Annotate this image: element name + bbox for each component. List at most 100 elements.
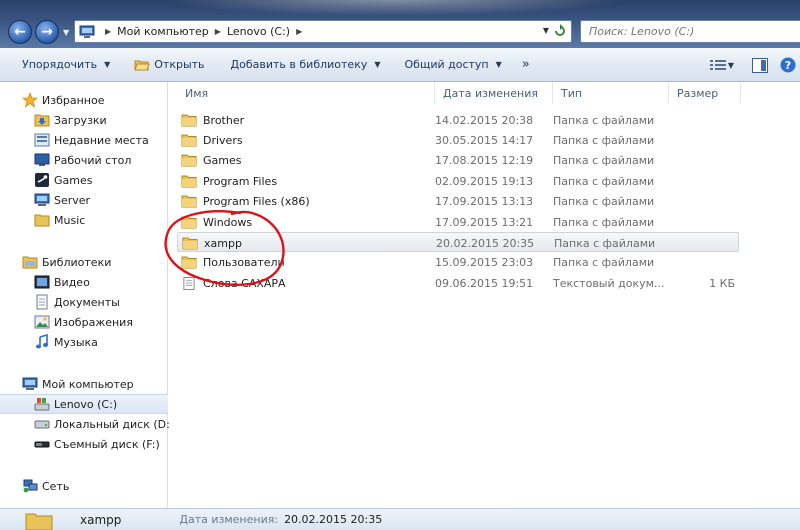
file-date: 02.09.2015 19:13 (435, 174, 534, 188)
music-folder-icon (34, 212, 50, 228)
downloads-folder-icon (34, 112, 50, 128)
nav-my-computer[interactable]: Мой компьютер (22, 374, 190, 394)
libraries-icon (22, 254, 38, 270)
forward-button[interactable]: → (35, 20, 59, 44)
star-icon (22, 92, 38, 108)
file-date: 17.09.2015 13:13 (435, 195, 534, 209)
more-commands-button[interactable]: » (514, 52, 538, 78)
music-note-icon (34, 334, 50, 350)
nav-item-label: Локальный диск (D:) (54, 417, 175, 431)
file-date: 17.09.2015 13:21 (435, 215, 534, 229)
text-file-icon (183, 276, 195, 290)
nav-network-label: Сеть (42, 479, 70, 493)
file-type: Папка с файлами (553, 215, 655, 229)
back-button[interactable]: ← (8, 20, 32, 44)
file-date: 17.08.2015 12:19 (435, 154, 534, 168)
crumb-separator-icon[interactable]: ▶ (215, 27, 221, 36)
help-icon[interactable]: ? (780, 57, 796, 73)
breadcrumb-my-computer[interactable]: Мой компьютер (117, 25, 209, 38)
breadcrumb-drive-c[interactable]: Lenovo (C:) (227, 25, 290, 38)
table-row[interactable]: Windows 17.09.2015 13:21 Папка с файлами (177, 212, 739, 232)
nav-item-drive-c[interactable]: Lenovo (C:) (0, 394, 168, 414)
file-date: 20.02.2015 20:35 (436, 236, 535, 250)
folder-icon (181, 134, 197, 147)
nav-network[interactable]: Сеть (22, 476, 190, 496)
file-name: Program Files (203, 174, 278, 188)
column-date-label: Дата изменения (443, 86, 538, 100)
share-dropdown-icon: ▼ (495, 60, 502, 69)
column-header-type[interactable]: Тип (553, 82, 669, 104)
table-row[interactable]: Drivers 30.05.2015 14:17 Папка с файлами (177, 130, 739, 150)
file-type: Папка с файлами (553, 154, 655, 168)
navigation-pane: Избранное Загрузки Недавние места Рабочи… (0, 82, 174, 508)
recent-pages-dropdown-icon[interactable]: ▼ (63, 28, 69, 37)
refresh-icon[interactable] (553, 24, 567, 38)
table-row[interactable]: Program Files (x86) 17.09.2015 13:13 Папка… (177, 192, 739, 212)
organize-label: Упорядочить (22, 58, 98, 71)
folder-icon (181, 256, 197, 269)
open-button[interactable]: Открыть (126, 52, 212, 78)
nav-item-label: Games (54, 173, 93, 187)
column-type-label: Тип (561, 86, 583, 100)
table-row[interactable]: Program Files 02.09.2015 19:13 Папка с фай… (177, 171, 739, 191)
nav-item-label: Загрузки (54, 113, 107, 127)
organize-button[interactable]: Упорядочить ▼ (14, 52, 118, 78)
nav-item-label: Изображения (54, 315, 133, 329)
column-header-name[interactable]: Имя (177, 82, 435, 104)
folder-icon (181, 114, 197, 126)
file-name: Drivers (203, 133, 243, 147)
title-bar: ← → ▼ ▶ Мой компьютер ▶ Lenovo (C:) ▶ ▼ (0, 0, 800, 48)
file-list: Имя Дата изменения Тип Размер Brother 14.… (169, 82, 800, 508)
preview-pane-icon[interactable] (752, 57, 768, 73)
more-label: » (521, 57, 530, 72)
details-name: xampp (80, 512, 122, 527)
address-dropdown-icon[interactable]: ▼ (543, 26, 549, 35)
file-type: Папка с файлами (553, 174, 655, 188)
table-row[interactable]: Brother 14.02.2015 20:38 Папка с файлами (177, 110, 739, 130)
images-icon (34, 314, 50, 330)
table-row[interactable]: Games 17.08.2015 12:19 Папка с файлами (177, 151, 739, 171)
file-name: Пользователи (203, 256, 285, 270)
nav-favorites[interactable]: Избранное (22, 90, 190, 110)
search-box[interactable] (580, 20, 800, 43)
file-date: 30.05.2015 14:17 (435, 133, 534, 147)
details-date-label: Дата изменения: (179, 513, 279, 526)
video-icon (34, 274, 50, 290)
address-bar[interactable]: ▶ Мой компьютер ▶ Lenovo (C:) ▶ ▼ (74, 20, 572, 43)
folder-icon (182, 237, 198, 250)
add-library-dropdown-icon: ▼ (374, 60, 381, 69)
network-icon (22, 478, 38, 494)
forward-arrow-icon: → (41, 24, 53, 40)
nav-item-label: Lenovo (C:) (54, 397, 118, 411)
table-row[interactable]: Пользователи 15.09.2015 23:03 Папка с файл… (177, 253, 739, 273)
crumb-separator-icon[interactable]: ▶ (105, 27, 111, 36)
nav-item-label: Недавние места (54, 133, 149, 147)
nav-item-label: Server (54, 193, 91, 207)
file-name: Brother (203, 113, 245, 127)
column-header-size[interactable]: Размер (669, 82, 741, 104)
file-date: 09.06.2015 19:51 (435, 276, 534, 290)
nav-libraries[interactable]: Библиотеки (22, 252, 190, 272)
open-folder-icon (134, 60, 150, 70)
nav-libraries-label: Библиотеки (42, 255, 112, 269)
search-input[interactable] (589, 25, 800, 38)
share-button[interactable]: Общий доступ ▼ (397, 52, 510, 78)
table-row[interactable]: xampp 20.02.2015 20:35 Папка с файлами (177, 232, 739, 253)
view-dropdown-icon[interactable]: ▼ (728, 61, 734, 70)
view-controls: ▼ ? (704, 48, 800, 82)
nav-my-computer-label: Мой компьютер (42, 377, 134, 391)
file-date: 15.09.2015 23:03 (435, 256, 534, 270)
file-name: Games (203, 154, 242, 168)
table-row[interactable]: Слова САХАРА 09.06.2015 19:51 Текстовый до… (177, 273, 739, 293)
removable-drive-icon (34, 436, 50, 452)
column-header-date[interactable]: Дата изменения (435, 82, 553, 104)
nav-item-label: Рабочий стол (54, 153, 132, 167)
nav-favorites-label: Избранное (42, 93, 105, 107)
add-to-library-button[interactable]: Добавить в библиотеку ▼ (223, 52, 389, 78)
file-type: Папка с файлами (553, 133, 655, 147)
file-name: Program Files (x86) (203, 195, 310, 209)
change-view-icon[interactable] (709, 59, 726, 71)
file-type: Папка с файлами (554, 236, 656, 250)
crumb-separator-icon[interactable]: ▶ (296, 27, 302, 36)
organize-dropdown-icon: ▼ (104, 60, 111, 69)
